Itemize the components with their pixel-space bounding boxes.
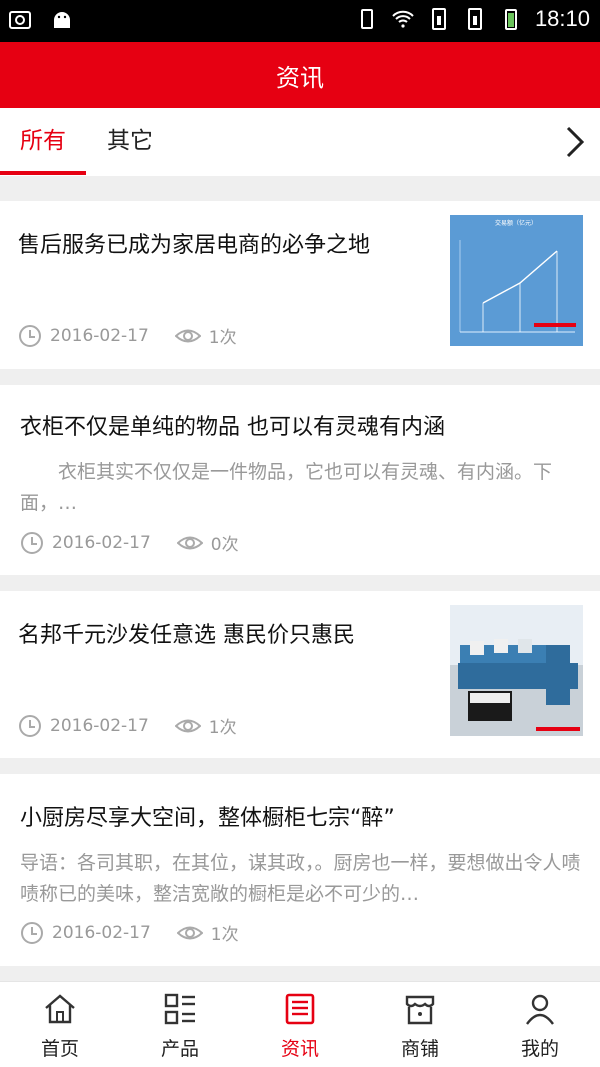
news-icon: [285, 993, 315, 1025]
battery-icon: [504, 9, 517, 30]
nav-item-mine[interactable]: 我的: [480, 982, 600, 1067]
shop-icon: [405, 995, 435, 1025]
article-meta: 2016-02-17 1次: [20, 920, 239, 945]
active-tab-indicator: [0, 171, 86, 175]
article-views: 1次: [208, 328, 237, 348]
thumbnail-chart-graphic: 交易额（亿元）: [459, 219, 576, 333]
nav-label-mine: 我的: [520, 1038, 559, 1060]
status-time: 18:10: [534, 6, 590, 31]
tab-all-label: 所有: [20, 128, 66, 154]
article-meta: 2016-02-17 1次: [18, 323, 237, 348]
article-thumbnail-chart: 交易额（亿元）: [450, 215, 583, 346]
nav-item-products[interactable]: 产品: [120, 982, 240, 1067]
tab-other-label: 其它: [107, 128, 153, 154]
article-title: 衣柜不仅是单纯的物品 也可以有灵魂有内涵: [20, 415, 445, 440]
vibrate-icon: [360, 9, 373, 29]
article-title: 小厨房尽享大空间，整体橱柜七宗“醉”: [20, 806, 395, 831]
article-views: 1次: [208, 718, 237, 738]
clock-icon: [21, 531, 43, 554]
sim-1-icon: [431, 8, 446, 30]
article-thumbnail-sofa: [450, 605, 583, 736]
article-item[interactable]: 衣柜不仅是单纯的物品 也可以有灵魂有内涵 衣柜其实不仅仅是一件物品，它也可以有灵…: [0, 385, 600, 575]
status-bar: 18:10: [0, 0, 600, 42]
article-date: 2016-02-17: [52, 922, 151, 943]
article-date: 2016-02-17: [52, 532, 151, 553]
article-meta: 2016-02-17 1次: [18, 713, 237, 738]
article-title: 名邦千元沙发任意选 惠民价只惠民: [18, 623, 355, 648]
category-tabs: 所有 其它: [0, 108, 600, 176]
sim-2-icon: [467, 8, 482, 30]
article-title: 售后服务已成为家居电商的必争之地: [18, 233, 371, 258]
article-views: 0次: [210, 535, 239, 555]
article-meta: 2016-02-17 0次: [20, 530, 239, 555]
grid-list-icon: [164, 993, 195, 1025]
thumbnail-chart-title: 交易额（亿元）: [495, 219, 537, 227]
article-item[interactable]: 名邦千元沙发任意选 惠民价只惠民 2016-02-17 1次: [0, 591, 600, 758]
clock-icon: [19, 714, 41, 737]
tab-all[interactable]: 所有: [0, 108, 86, 176]
nav-label-products: 产品: [160, 1038, 199, 1060]
home-icon: [45, 994, 75, 1024]
nav-label-shop: 商铺: [400, 1038, 439, 1060]
page-title-bar: 资讯: [0, 42, 600, 108]
article-date: 2016-02-17: [50, 325, 149, 346]
bottom-nav: 首页 产品 资讯 商铺 我的: [0, 981, 600, 1067]
article-views: 1次: [210, 925, 239, 945]
nav-item-home[interactable]: 首页: [0, 982, 120, 1067]
clock-icon: [21, 921, 43, 944]
article-item[interactable]: 售后服务已成为家居电商的必争之地 2016-02-17 1次 交易额（亿元）: [0, 201, 600, 369]
nav-label-news: 资讯: [280, 1038, 319, 1060]
article-item[interactable]: 小厨房尽享大空间，整体橱柜七宗“醉” 导语：各司其职，在其位，谋其政，。厨房也一…: [0, 774, 600, 966]
user-icon: [526, 994, 554, 1025]
eye-icon: [174, 329, 201, 342]
page-title: 资讯: [276, 63, 324, 92]
eye-icon: [174, 719, 201, 732]
nav-label-home: 首页: [40, 1038, 79, 1060]
android-icon: [54, 12, 70, 28]
chevron-right-icon[interactable]: [562, 124, 586, 160]
nav-item-news[interactable]: 资讯: [240, 982, 360, 1067]
eye-icon: [176, 926, 203, 939]
nav-item-shop[interactable]: 商铺: [360, 982, 480, 1067]
clock-icon: [19, 324, 41, 347]
screenshot-icon: [9, 11, 31, 29]
sofa-photo: [450, 605, 583, 736]
article-summary: 导语：各司其职，在其位，谋其政，。厨房也一样，要想做出令人啧啧称已的美味，整洁宽…: [20, 852, 581, 905]
eye-icon: [176, 536, 203, 549]
article-summary: 衣柜其实不仅仅是一件物品，它也可以有灵魂、有内涵。下面，…: [20, 461, 553, 514]
wifi-icon: [392, 10, 414, 28]
article-date: 2016-02-17: [50, 715, 149, 736]
tab-other[interactable]: 其它: [86, 108, 174, 176]
